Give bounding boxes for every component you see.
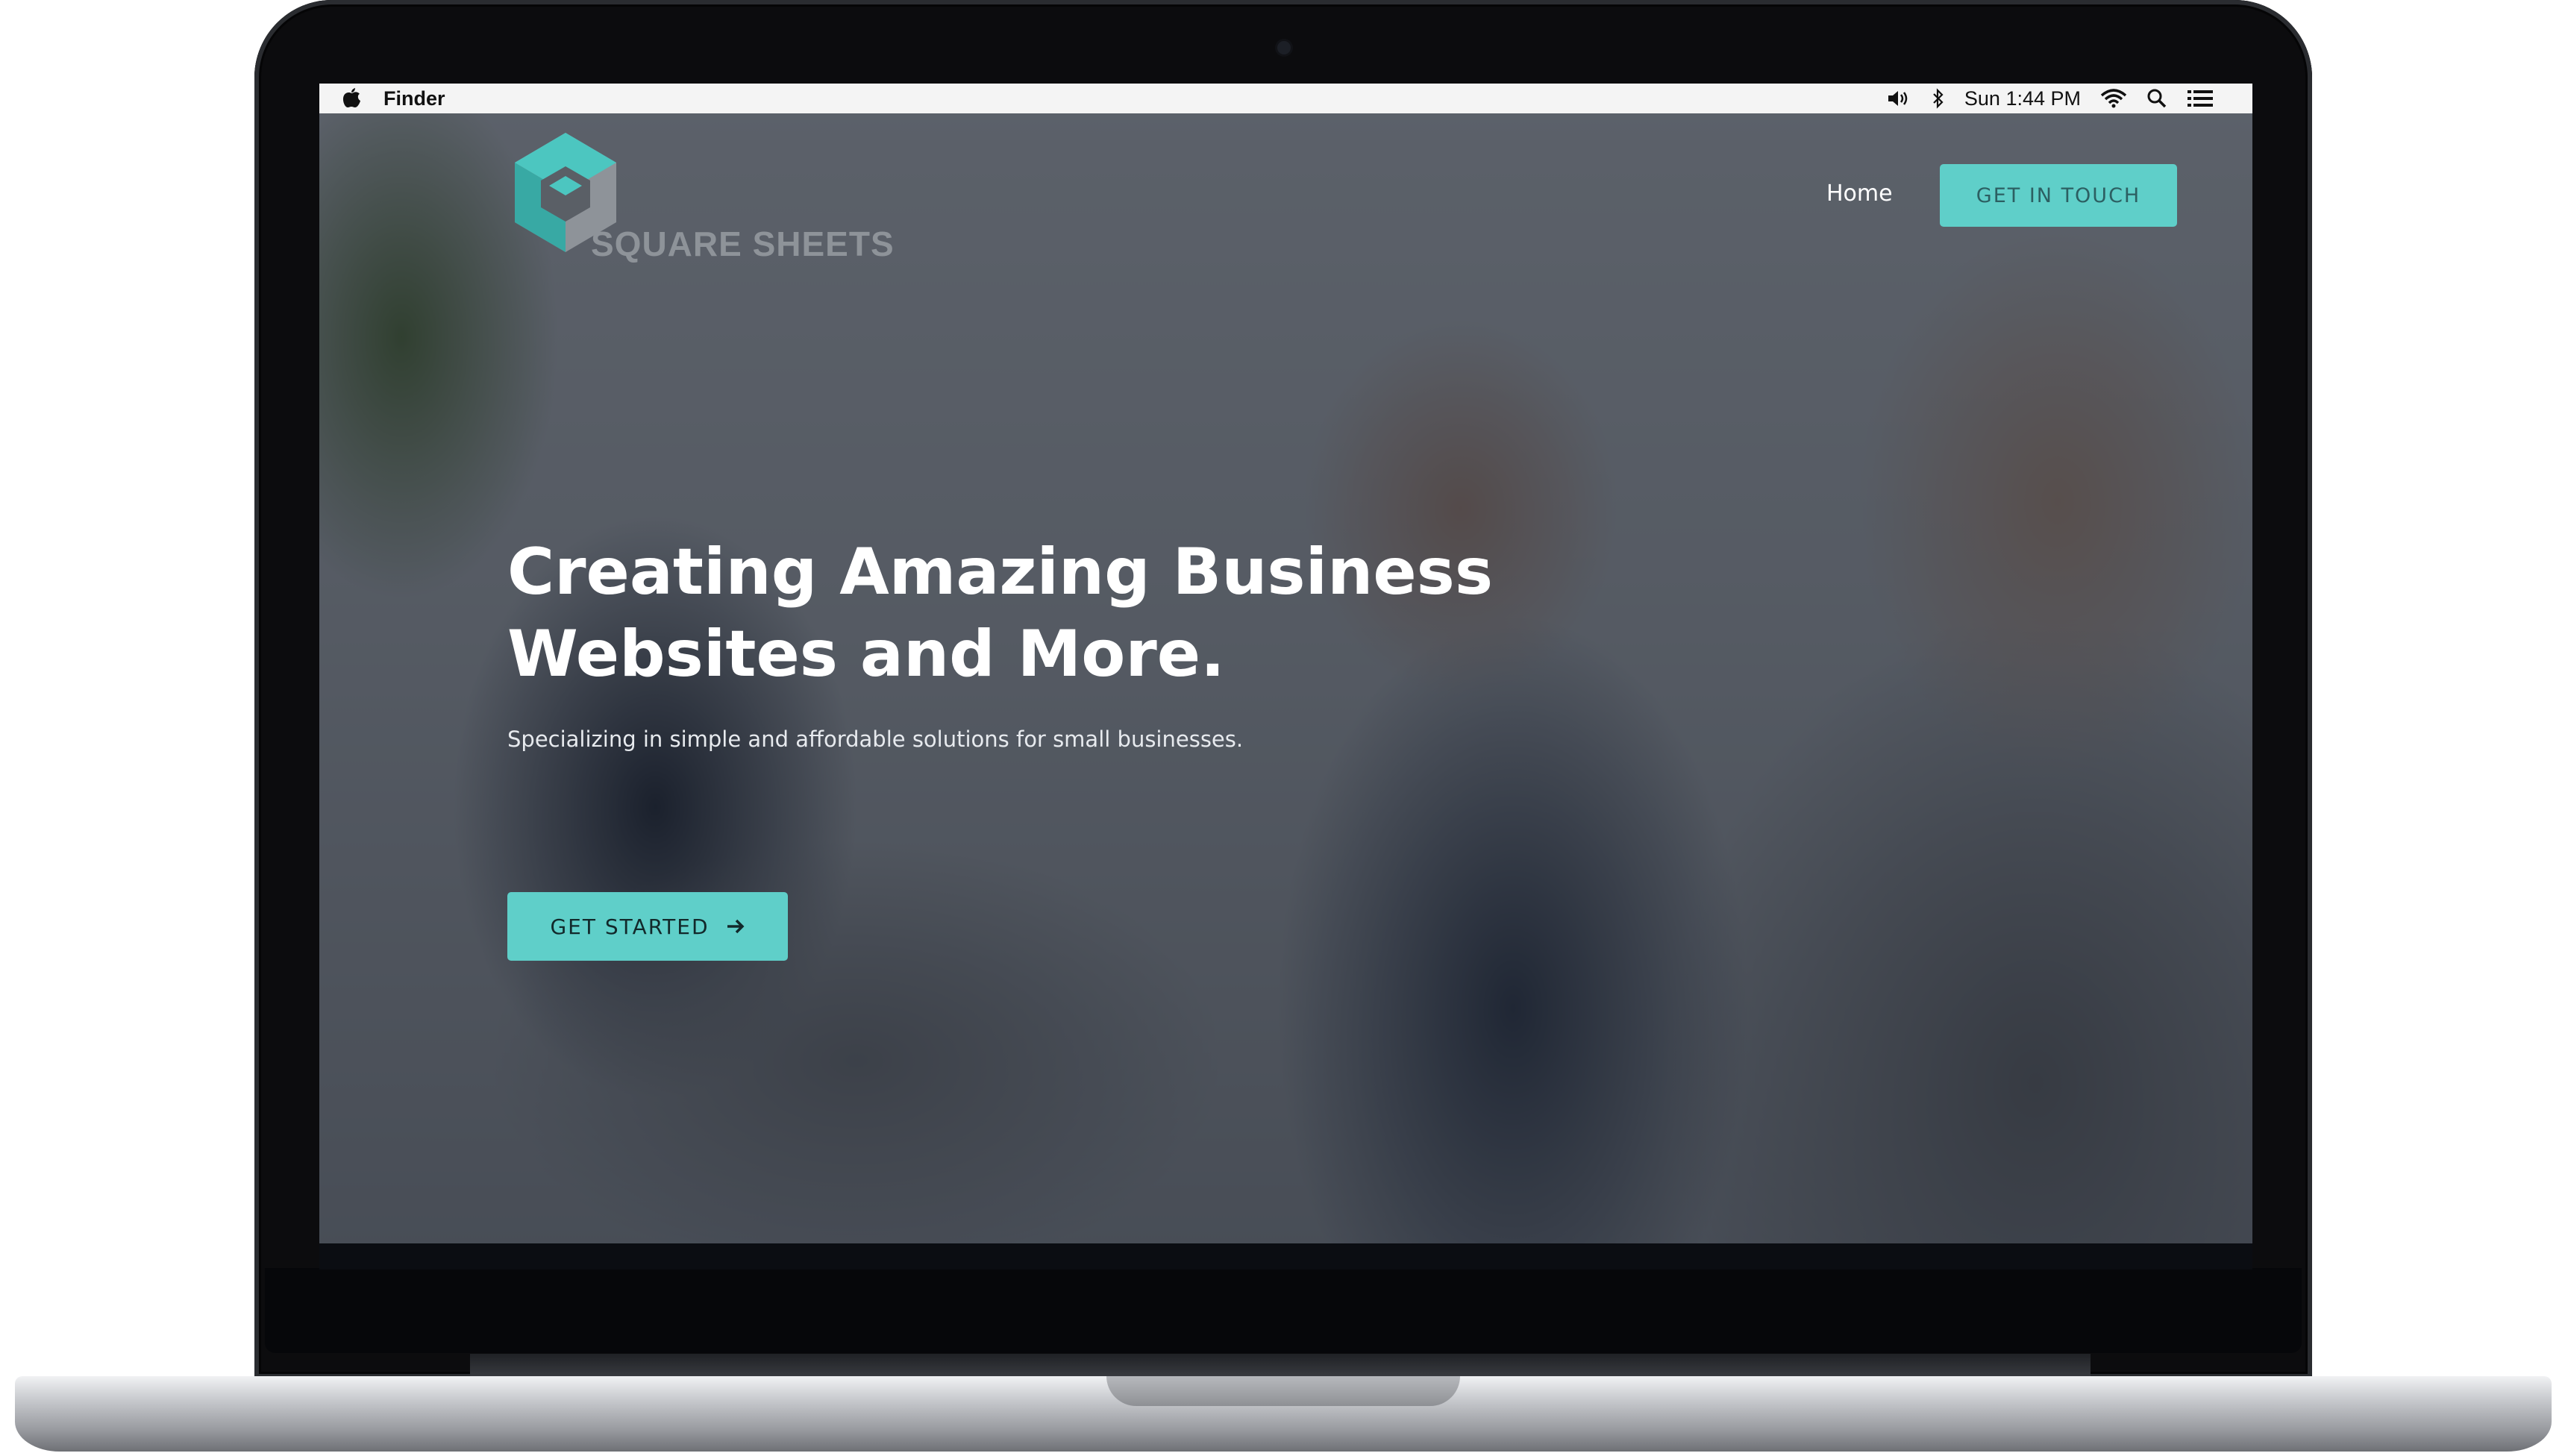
- hero-subtitle: Specializing in simple and affordable so…: [507, 727, 1244, 752]
- logo-wordmark: SQUARE SHEETS: [591, 225, 895, 263]
- hero-heading: Creating Amazing Business Websites and M…: [507, 531, 1626, 695]
- menubar-clock[interactable]: Sun 1:44 PM: [1964, 87, 2081, 110]
- hero-heading-line-2: Websites and More.: [507, 617, 1225, 691]
- notification-list-icon[interactable]: [2187, 89, 2214, 108]
- laptop-hinge: [470, 1354, 2091, 1378]
- screen-bottom-edge: [319, 1243, 2252, 1270]
- webcam: [1277, 41, 1291, 54]
- laptop-screen-bezel: [265, 1268, 2302, 1353]
- macos-menubar: Finder Sun 1:44 PM: [319, 84, 2252, 113]
- apple-icon[interactable]: [342, 88, 361, 109]
- website-hero: SQUARE SHEETS Home GET IN TOUCH Creating…: [319, 113, 2252, 1243]
- get-in-touch-button[interactable]: GET IN TOUCH: [1940, 164, 2177, 227]
- arrow-right-icon: [726, 918, 745, 935]
- laptop-thumb-notch: [1106, 1376, 1460, 1406]
- wifi-icon[interactable]: [2100, 88, 2127, 109]
- active-app-name[interactable]: Finder: [383, 87, 445, 110]
- nav-home-link[interactable]: Home: [1826, 181, 1893, 207]
- hero-heading-line-1: Creating Amazing Business: [507, 535, 1494, 609]
- volume-icon[interactable]: [1887, 89, 1912, 108]
- laptop-screen: Finder Sun 1:44 PM SQUARE SHEETS Home GE…: [319, 84, 2252, 1270]
- bluetooth-icon[interactable]: [1932, 88, 1945, 109]
- get-started-label: GET STARTED: [550, 914, 710, 939]
- get-started-button[interactable]: GET STARTED: [507, 892, 788, 961]
- spotlight-search-icon[interactable]: [2146, 88, 2167, 109]
- site-logo[interactable]: SQUARE SHEETS: [512, 133, 930, 282]
